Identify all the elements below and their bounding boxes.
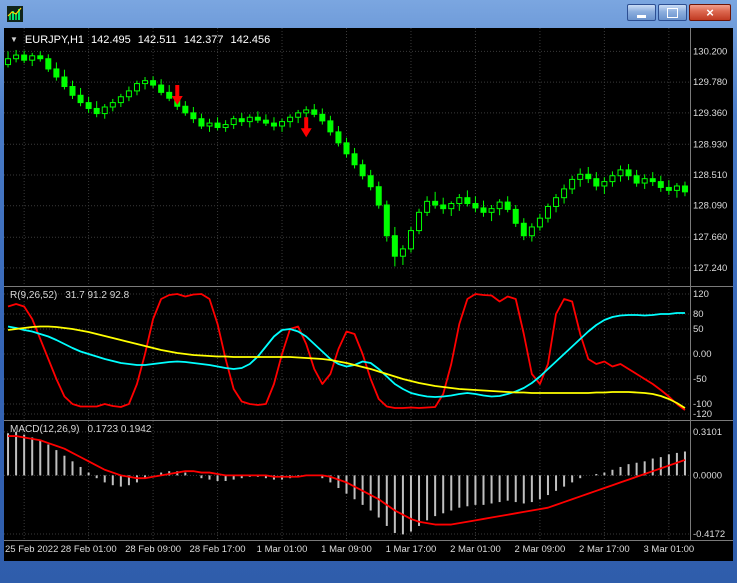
window-buttons: × <box>627 4 731 21</box>
svg-text:128.930: 128.930 <box>693 139 727 150</box>
svg-text:50: 50 <box>693 324 704 335</box>
svg-text:28 Feb 01:00: 28 Feb 01:00 <box>61 544 117 555</box>
svg-text:1 Mar 01:00: 1 Mar 01:00 <box>257 544 308 555</box>
svg-text:128.510: 128.510 <box>693 170 727 181</box>
minimize-button[interactable] <box>627 4 656 21</box>
svg-text:127.660: 127.660 <box>693 232 727 243</box>
svg-text:1 Mar 09:00: 1 Mar 09:00 <box>321 544 372 555</box>
svg-text:-0.4172: -0.4172 <box>693 529 725 540</box>
quote-close: 142.456 <box>230 34 271 46</box>
macd-values: 0.1723 0.1942 <box>87 424 152 435</box>
app-icon <box>7 6 23 22</box>
macd-axis-labels: 0.3101 0.0000 -0.4172 <box>693 427 725 540</box>
svg-text:80: 80 <box>693 309 704 320</box>
quote-low: 142.377 <box>183 34 224 46</box>
oscillator-name: R(9,26,52) <box>10 290 58 301</box>
oscillator-label: R(9,26,52) 31.7 91.2 92.8 <box>10 290 129 301</box>
svg-text:-120: -120 <box>693 409 712 420</box>
svg-text:3 Mar 01:00: 3 Mar 01:00 <box>644 544 695 555</box>
svg-text:28 Feb 17:00: 28 Feb 17:00 <box>190 544 246 555</box>
svg-text:2 Mar 01:00: 2 Mar 01:00 <box>450 544 501 555</box>
svg-text:120: 120 <box>693 289 709 300</box>
svg-text:0.0000: 0.0000 <box>693 470 722 481</box>
oscillator-axis-labels: 12080500.00-50-100-120 <box>693 289 712 420</box>
oscillator-values: 31.7 91.2 92.8 <box>65 290 130 301</box>
svg-text:129.360: 129.360 <box>693 108 727 119</box>
grid-lines <box>4 28 689 540</box>
svg-text:127.240: 127.240 <box>693 263 727 274</box>
restore-icon <box>667 7 678 18</box>
svg-text:28 Feb 09:00: 28 Feb 09:00 <box>125 544 181 555</box>
chart-area[interactable]: 130.200 129.780 129.360 128.930 128.510 128.0… <box>4 28 733 561</box>
svg-text:2 Mar 17:00: 2 Mar 17:00 <box>579 544 630 555</box>
svg-text:2 Mar 09:00: 2 Mar 09:00 <box>515 544 566 555</box>
quote-high: 142.511 <box>137 34 177 46</box>
window-titlebar[interactable]: × <box>0 0 737 28</box>
mt4-chart-window: × 130.200 129.780 129.360 128.930 128.510 128… <box>0 0 737 583</box>
chevron-down-icon[interactable]: ▼ <box>10 36 18 44</box>
svg-text:25 Feb 2022: 25 Feb 2022 <box>5 544 58 555</box>
quote-open: 142.495 <box>91 34 131 46</box>
svg-text:128.090: 128.090 <box>693 201 727 212</box>
restore-button[interactable] <box>658 4 687 21</box>
macd-label: MACD(12,26,9) 0.1723 0.1942 <box>10 424 151 435</box>
svg-text:0.3101: 0.3101 <box>693 427 722 438</box>
svg-text:0.00: 0.00 <box>693 349 712 360</box>
close-button[interactable]: × <box>689 4 731 21</box>
price-axis-labels: 130.200 129.780 129.360 128.930 128.510 128.0… <box>693 46 727 274</box>
time-axis-labels: 25 Feb 2022 28 Feb 01:00 28 Feb 09:00 28 Fe… <box>5 544 694 555</box>
svg-text:130.200: 130.200 <box>693 46 727 57</box>
macd-name: MACD(12,26,9) <box>10 424 80 435</box>
svg-text:1 Mar 17:00: 1 Mar 17:00 <box>386 544 437 555</box>
svg-text:129.780: 129.780 <box>693 77 727 88</box>
close-icon: × <box>706 5 714 20</box>
signal-arrows <box>171 85 312 138</box>
svg-text:-50: -50 <box>693 374 707 385</box>
quote-line: ▼ EURJPY,H1 142.495 142.511 142.377 142.… <box>10 34 270 46</box>
symbol-period-label: EURJPY,H1 <box>24 34 85 46</box>
minimize-icon <box>637 15 646 18</box>
